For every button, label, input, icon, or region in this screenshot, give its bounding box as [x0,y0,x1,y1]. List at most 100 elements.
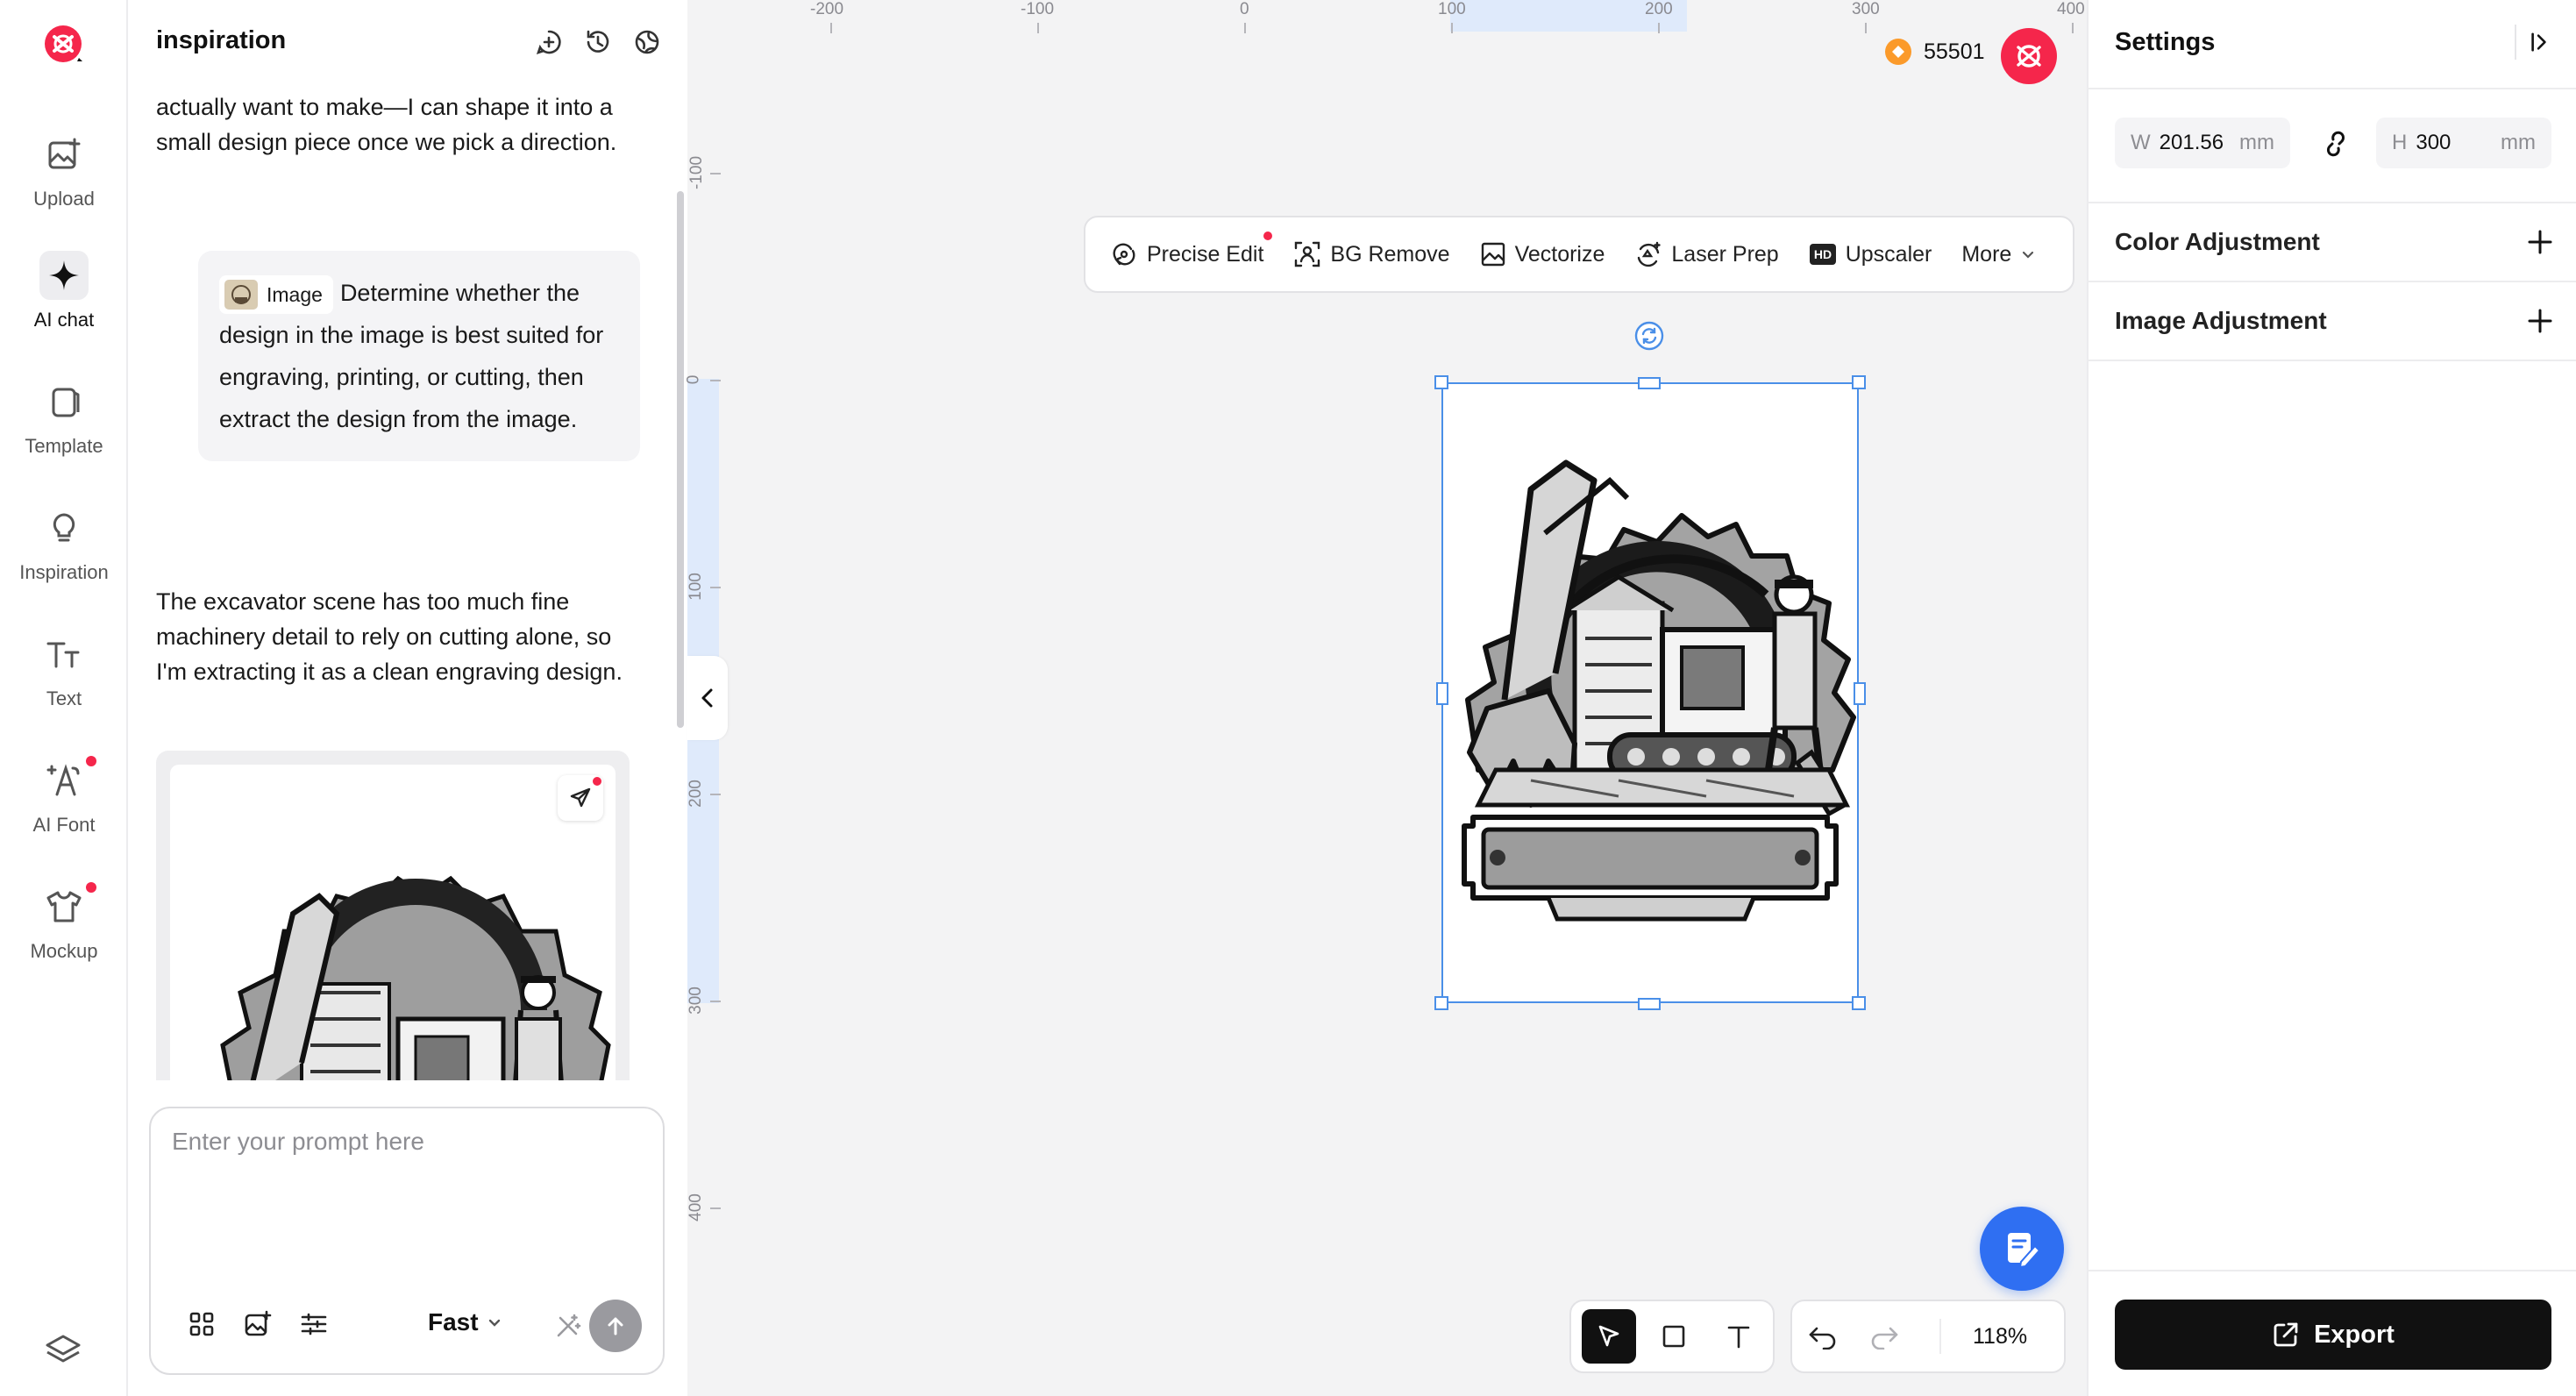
result-image-preview [170,765,616,1080]
resize-handle-bottom-left[interactable] [1434,996,1448,1010]
prompt-input[interactable] [172,1128,645,1268]
chat-scrollbar[interactable] [677,191,684,728]
history-icon[interactable] [582,26,614,58]
precise-edit-button[interactable]: Precise Edit [1110,231,1273,268]
more-tools-dropdown[interactable]: More [1961,242,2036,267]
nav-item-upload[interactable]: Upload [0,130,128,235]
rectangle-icon [1662,1325,1685,1348]
nav-item-inspiration[interactable]: Inspiration [0,503,128,609]
mode-select[interactable]: Fast [428,1308,503,1336]
submit-prompt-button[interactable] [589,1300,642,1352]
mode-value: Fast [428,1308,479,1335]
plus-icon [2528,230,2552,254]
tool-label: BG Remove [1330,241,1450,267]
ai-message: The excavator scene has too much fine ma… [156,588,623,685]
nav-item-mockup[interactable]: Mockup [0,882,128,987]
vectorize-icon [1481,242,1505,267]
nav-item-label: Inspiration [19,561,109,583]
bg-remove-icon [1295,241,1320,267]
avatar[interactable] [2001,28,2057,84]
select-tool-button[interactable] [1582,1309,1636,1364]
plus-icon [2528,309,2552,333]
new-badge-dot [593,777,601,786]
note-edit-icon [2008,1233,2041,1269]
tool-label: More [1961,241,2012,267]
width-field[interactable]: W 201.56 mm [2115,118,2290,168]
height-field[interactable]: H 300 mm [2376,118,2551,168]
lightbulb-icon [39,503,89,552]
collapse-settings-button[interactable] [2515,25,2550,60]
vectorize-button[interactable]: Vectorize [1480,241,1605,267]
nav-item-label: Template [25,435,103,457]
layers-icon[interactable] [42,1329,84,1371]
resize-handle-top[interactable] [1638,377,1661,389]
tool-label: Upscaler [1845,241,1932,267]
nav-item-ai-font[interactable]: AI Font [0,756,128,861]
ruler-tick: 300 [1852,0,1880,18]
resize-handle-bottom[interactable] [1638,998,1661,1010]
section-title: Color Adjustment [2115,228,2320,255]
lock-ratio-link-icon[interactable] [2318,126,2353,161]
undo-button[interactable] [1792,1309,1854,1364]
svg-text:HD: HD [1814,247,1832,261]
selection-box[interactable] [1441,382,1859,1003]
height-unit: mm [2501,131,2536,154]
export-button[interactable]: Export [2115,1300,2551,1370]
resize-handle-left[interactable] [1436,682,1448,705]
ruler-tick: -200 [810,0,844,18]
magic-wand-icon[interactable] [551,1308,586,1343]
divider [2089,360,2576,361]
collapse-chat-button[interactable] [687,656,728,740]
nav-item-text[interactable]: Text [0,630,128,735]
ruler-tick: -100 [687,155,707,190]
image-adjustment-section[interactable]: Image Adjustment [2115,282,2553,360]
prompt-tools [184,1307,331,1342]
settings-panel: Settings W 201.56 mm H 300 mm Color Adju… [2087,0,2576,1396]
design-canvas[interactable] [687,0,2087,1396]
rotate-handle-icon[interactable] [1634,321,1664,351]
grid-apps-icon[interactable] [184,1307,219,1342]
ruler-tick: -100 [1021,0,1055,18]
adjust-sliders-icon[interactable] [296,1307,331,1342]
history-controls: 118% [1790,1300,2066,1373]
hd-icon: HD [1809,244,1836,265]
ruler-tick: 300 [686,986,705,1015]
credits-balance[interactable]: 55501 [1885,39,1985,65]
app-root: Upload AI chat Template Inspiration Text [0,0,2576,1396]
result-image-card[interactable] [156,751,630,1080]
nav-item-label: Mockup [30,940,98,962]
section-title: Image Adjustment [2115,307,2327,334]
cursor-pointer-icon [1598,1325,1619,1347]
ruler-tick: 200 [686,780,705,808]
add-image-icon[interactable] [240,1307,275,1342]
resize-handle-right[interactable] [1854,682,1866,705]
text-tool-button[interactable] [1711,1309,1766,1364]
ruler-tick: 100 [1438,0,1466,18]
new-chat-icon[interactable] [533,26,565,58]
divider [2089,88,2576,89]
color-adjustment-section[interactable]: Color Adjustment [2115,203,2553,281]
settings-title: Settings [2115,28,2216,56]
brand-logo-icon[interactable] [42,23,84,65]
edit-notes-button[interactable] [1980,1207,2064,1291]
ai-message: actually want to make—I can shape it int… [156,94,617,155]
send-to-canvas-button[interactable] [558,775,603,821]
nav-item-template[interactable]: Template [0,377,128,482]
ruler-tick: 400 [2057,0,2085,18]
resize-handle-bottom-right[interactable] [1852,996,1866,1010]
bg-remove-button[interactable]: BG Remove [1293,240,1450,268]
resize-handle-top-right[interactable] [1852,375,1866,389]
nav-item-ai-chat[interactable]: AI chat [0,251,128,356]
chevron-down-icon [488,1319,500,1327]
image-attachment-chip[interactable]: Image [219,274,333,314]
redo-button[interactable] [1854,1309,1915,1364]
rectangle-tool-button[interactable] [1647,1309,1701,1364]
precise-edit-icon [1113,243,1135,266]
prompt-box: Fast [149,1107,665,1375]
resize-handle-top-left[interactable] [1434,375,1448,389]
globe-icon[interactable] [631,26,663,58]
upscaler-button[interactable]: HD Upscaler [1809,242,1932,267]
chat-messages[interactable]: actually want to make—I can shape it int… [128,81,687,1080]
laser-prep-button[interactable]: Laser Prep [1634,240,1779,268]
zoom-level[interactable]: 118% [1939,1319,2027,1354]
